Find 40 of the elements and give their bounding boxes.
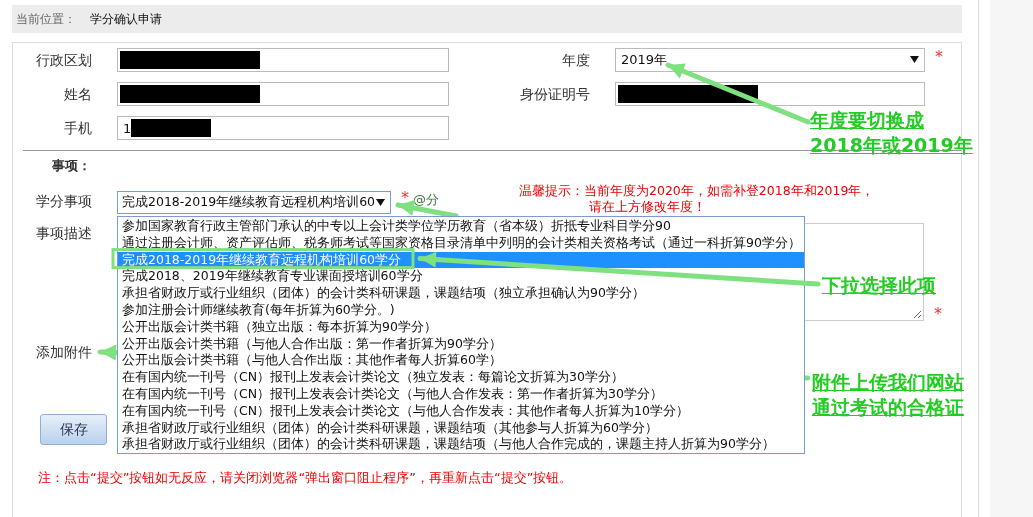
dropdown-option[interactable]: 在有国内统一刊号（CN）报刊上发表会计类论文（与他人合作发表：第一作者折算为30学分） bbox=[118, 385, 804, 403]
field-label: 身份证明号 bbox=[519, 85, 590, 104]
field-label: 事项描述 bbox=[35, 224, 92, 243]
annotation-text: 年度要切换成 bbox=[810, 108, 925, 133]
hint-text: 温馨提示：当前年度为2020年，如需补登2018年和2019年， bbox=[519, 183, 875, 199]
dropdown-option[interactable]: 承担省财政厅或行业组织（团体）的会计类科研课题，课题结项（与他人合作完成的，课题主持人折算为90学分） bbox=[118, 436, 804, 454]
field-value: 1 bbox=[122, 120, 132, 136]
field-label: 手机 bbox=[63, 119, 92, 138]
section-title: 事项： bbox=[51, 157, 91, 175]
field-value: 完成2018-2019年继续教育远程机构培训60 bbox=[121, 194, 376, 211]
save-button[interactable]: 保存 bbox=[40, 414, 107, 445]
year-select[interactable]: 2019年 bbox=[615, 48, 925, 72]
field-label: 学分事项 bbox=[35, 192, 92, 211]
dropdown-option[interactable]: 承担省财政厅或行业组织（团体）的会计类科研课题，课题结项（其他参与人折算为60学分） bbox=[118, 419, 804, 437]
breadcrumb-current: 学分确认申请 bbox=[90, 10, 162, 28]
field-value: 2019年 bbox=[620, 51, 668, 69]
breadcrumb-label: 当前位置： bbox=[16, 10, 76, 28]
field-label: 添加附件 bbox=[35, 343, 92, 362]
field-label: 年度 bbox=[561, 51, 590, 70]
annotation-text: 附件上传我们网站 bbox=[812, 370, 964, 395]
required-mark: * bbox=[935, 48, 943, 66]
dropdown-option[interactable]: 参加注册会计师继续教育(每年折算为60学分。) bbox=[118, 302, 804, 319]
required-mark: * bbox=[401, 189, 409, 207]
dropdown-option[interactable]: 承担省财政厅或行业组织（团体）的会计类科研课题，课题结项（独立承担确认为90学分） bbox=[118, 285, 804, 302]
dropdown-option[interactable]: 公开出版会计类书籍（独立出版：每本折算为90学分） bbox=[118, 318, 804, 336]
dropdown-option[interactable]: 通过注册会计师、资产评估师、税务师考试等国家资格目录清单中列明的会计类相关资格考试（通过一科折算90学分） bbox=[118, 234, 804, 252]
dropdown-option[interactable]: 参加国家教育行政主管部门承认的中专以上会计类学位学历教育（省本级）折抵专业科目学分90 bbox=[118, 218, 804, 235]
dropdown-option[interactable]: 在有国内统一刊号（CN）报刊上发表会计类论文（与他人合作发表：其他作者每人折算为10学分） bbox=[118, 402, 804, 420]
annotation-text: 2018年或2019年 bbox=[810, 133, 973, 158]
input-field[interactable]: 1 bbox=[117, 116, 449, 140]
field-label: 姓名 bbox=[63, 85, 92, 104]
field-label: 行政区划 bbox=[35, 51, 92, 70]
credit-select[interactable]: 完成2018-2019年继续教育远程机构培训60 bbox=[117, 191, 391, 214]
note-text: 注：点击“提交”按钮如无反应，请关闭浏览器“弹出窗口阻止程序”，再重新点击“提交”按钮。 bbox=[38, 469, 574, 487]
required-mark: * bbox=[934, 305, 942, 323]
hint-text: 请在上方修改年度！ bbox=[588, 199, 707, 215]
unit-text: @分 bbox=[413, 191, 439, 209]
annotation-text: 通过考试的合格证 bbox=[812, 395, 964, 420]
dropdown-option[interactable]: 完成2018、2019年继续教育专业课面授培训60学分 bbox=[118, 268, 804, 286]
annotation-text: 下拉选择此项 bbox=[822, 273, 936, 298]
